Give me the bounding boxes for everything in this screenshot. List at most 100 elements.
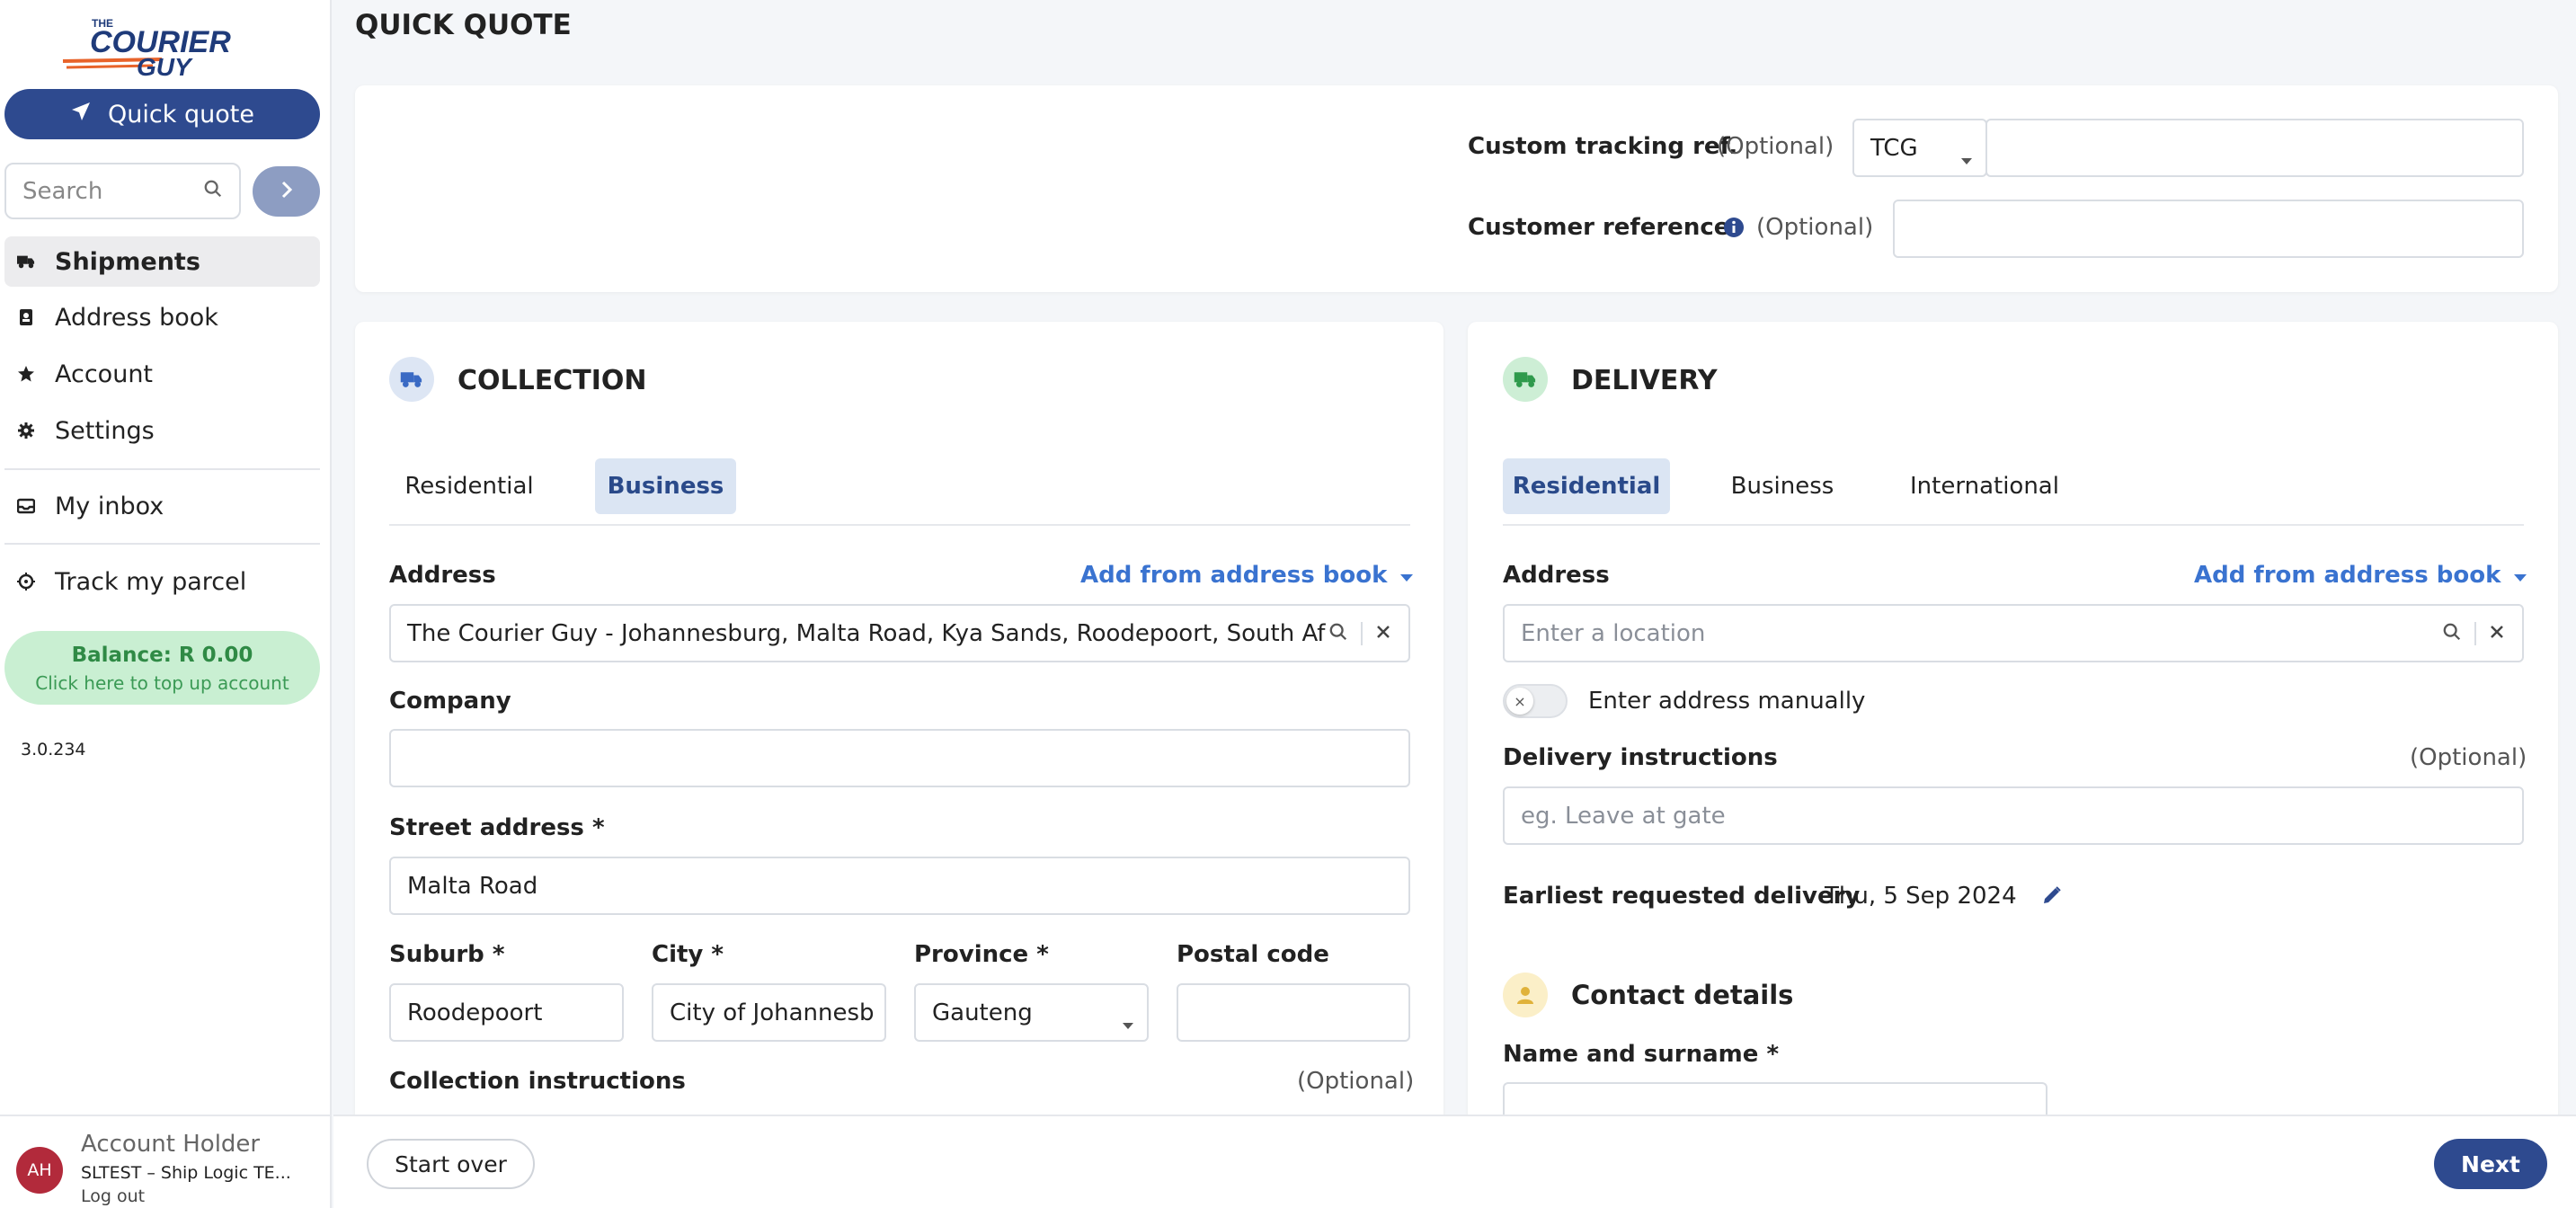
city-value: City of Johannesb [670, 999, 875, 1026]
address-input-actions [1328, 622, 1391, 645]
earliest-delivery-label: Earliest requested delivery [1503, 883, 1861, 910]
customer-reference-label: Customer reference [1468, 214, 1730, 241]
edit-icon[interactable] [2041, 884, 2063, 910]
avatar[interactable]: AH [16, 1147, 63, 1194]
add-from-address-book-label: Add from address book [2194, 562, 2501, 589]
delivery-instructions-input[interactable]: eg. Leave at gate [1503, 786, 2524, 845]
tab-international[interactable]: International [1898, 458, 2071, 514]
address-book-icon [17, 308, 35, 326]
tab-business[interactable]: Business [595, 458, 736, 514]
divider [2474, 622, 2476, 645]
sidebar-item-label: Track my parcel [55, 567, 247, 596]
target-icon [17, 573, 35, 591]
collection-address-input[interactable]: The Courier Guy - Johannesburg, Malta Ro… [389, 604, 1410, 662]
add-from-address-book-link[interactable]: Add from address book [1080, 562, 1414, 589]
add-from-address-book-link[interactable]: Add from address book [2194, 562, 2527, 589]
quick-quote-label: Quick quote [108, 100, 254, 129]
search-icon[interactable] [2442, 622, 2462, 645]
truck-icon [17, 253, 35, 271]
postal-code-label: Postal code [1177, 941, 1329, 968]
suburb-input[interactable]: Roodepoort [389, 983, 624, 1042]
caret-down-icon [2513, 562, 2527, 589]
page-title: QUICK QUOTE [355, 9, 572, 41]
sidebar-item-account[interactable]: Account [4, 349, 320, 399]
search-icon[interactable] [1328, 622, 1348, 645]
tab-divider [1503, 524, 2524, 526]
clear-icon[interactable] [2489, 624, 2505, 644]
caret-down-icon [1399, 562, 1414, 589]
star-icon [17, 365, 35, 383]
next-button[interactable]: Next [2434, 1139, 2547, 1189]
street-address-input[interactable]: Malta Road [389, 857, 1410, 915]
custom-tracking-ref-input[interactable] [1985, 119, 2524, 177]
province-value: Gauteng [932, 999, 1033, 1026]
province-label: Province * [914, 941, 1049, 968]
delivery-address-placeholder: Enter a location [1521, 619, 1706, 647]
truck-icon [389, 357, 434, 402]
truck-icon [1503, 357, 1548, 402]
delivery-address-input[interactable]: Enter a location [1503, 604, 2524, 662]
user-organization[interactable]: SLTEST – Ship Logic TE... [81, 1163, 291, 1183]
tab-divider [389, 524, 1410, 526]
company-label: Company [389, 688, 511, 715]
tab-residential[interactable]: Residential [389, 458, 549, 514]
search-submit-button[interactable] [253, 166, 320, 217]
sidebar-item-label: Shipments [55, 247, 200, 276]
info-icon[interactable] [1723, 217, 1745, 242]
search-input[interactable]: Search [4, 163, 241, 219]
sidebar-item-track-parcel[interactable]: Track my parcel [4, 556, 320, 607]
sidebar-item-settings[interactable]: Settings [4, 405, 320, 456]
delivery-address-label: Address [1503, 562, 1610, 589]
tab-business[interactable]: Business [1715, 458, 1850, 514]
suburb-label: Suburb * [389, 941, 505, 968]
search-placeholder: Search [22, 177, 103, 205]
suburb-value: Roodepoort [407, 999, 543, 1026]
search-icon [203, 178, 223, 205]
user-panel: AH Account Holder SLTEST – Ship Logic TE… [0, 1115, 332, 1208]
enter-address-manually-label: Enter address manually [1588, 688, 1866, 715]
sidebar-item-label: My inbox [55, 492, 164, 520]
enter-address-manually-toggle[interactable]: × [1503, 684, 1568, 718]
collection-title: COLLECTION [457, 365, 647, 396]
clear-icon[interactable] [1375, 624, 1391, 644]
reference-card [355, 85, 2558, 292]
logout-link[interactable]: Log out [81, 1186, 145, 1206]
courier-guy-logo[interactable]: THE COURIER GUY [54, 7, 279, 81]
address-input-actions [2442, 622, 2505, 645]
street-address-value: Malta Road [407, 872, 538, 900]
sidebar-item-shipments[interactable]: Shipments [4, 236, 320, 287]
sidebar-item-label: Settings [55, 416, 155, 445]
start-over-button[interactable]: Start over [367, 1139, 535, 1189]
caret-down-icon [1122, 1010, 1134, 1037]
sidebar-item-inbox[interactable]: My inbox [4, 481, 320, 531]
customer-reference-input[interactable] [1893, 200, 2524, 258]
close-icon: × [1506, 688, 1533, 715]
paper-plane-icon [70, 101, 92, 129]
sidebar-item-address-book[interactable]: Address book [4, 292, 320, 342]
delivery-title: DELIVERY [1571, 365, 1718, 396]
optional-label: (Optional) [1297, 1068, 1415, 1095]
sidebar-item-label: Account [55, 360, 154, 388]
sidebar: THE COURIER GUY Quick quote Search Shipm… [0, 0, 332, 1208]
province-select[interactable]: Gauteng [914, 983, 1149, 1042]
add-from-address-book-label: Add from address book [1080, 562, 1388, 589]
postal-code-input[interactable] [1177, 983, 1410, 1042]
balance-hint: Click here to top up account [35, 672, 289, 694]
name-surname-label: Name and surname * [1503, 1041, 1780, 1068]
quick-quote-button[interactable]: Quick quote [4, 89, 320, 139]
delivery-instructions-label: Delivery instructions [1503, 744, 1778, 771]
user-name: Account Holder [81, 1131, 261, 1158]
svg-text:GUY: GUY [137, 53, 193, 79]
tracking-prefix-select[interactable]: TCG [1852, 119, 1987, 177]
tab-residential[interactable]: Residential [1503, 458, 1670, 514]
tracking-prefix-value: TCG [1870, 134, 1918, 162]
company-input[interactable] [389, 729, 1410, 787]
collection-instructions-label: Collection instructions [389, 1068, 686, 1095]
city-input[interactable]: City of Johannesb [652, 983, 886, 1042]
divider [4, 468, 320, 470]
balance-top-up-button[interactable]: Balance: R 0.00 Click here to top up acc… [4, 631, 320, 705]
sidebar-item-label: Address book [55, 303, 218, 332]
person-icon [1503, 973, 1548, 1017]
name-surname-input[interactable] [1503, 1082, 2047, 1118]
gear-icon [17, 422, 35, 440]
